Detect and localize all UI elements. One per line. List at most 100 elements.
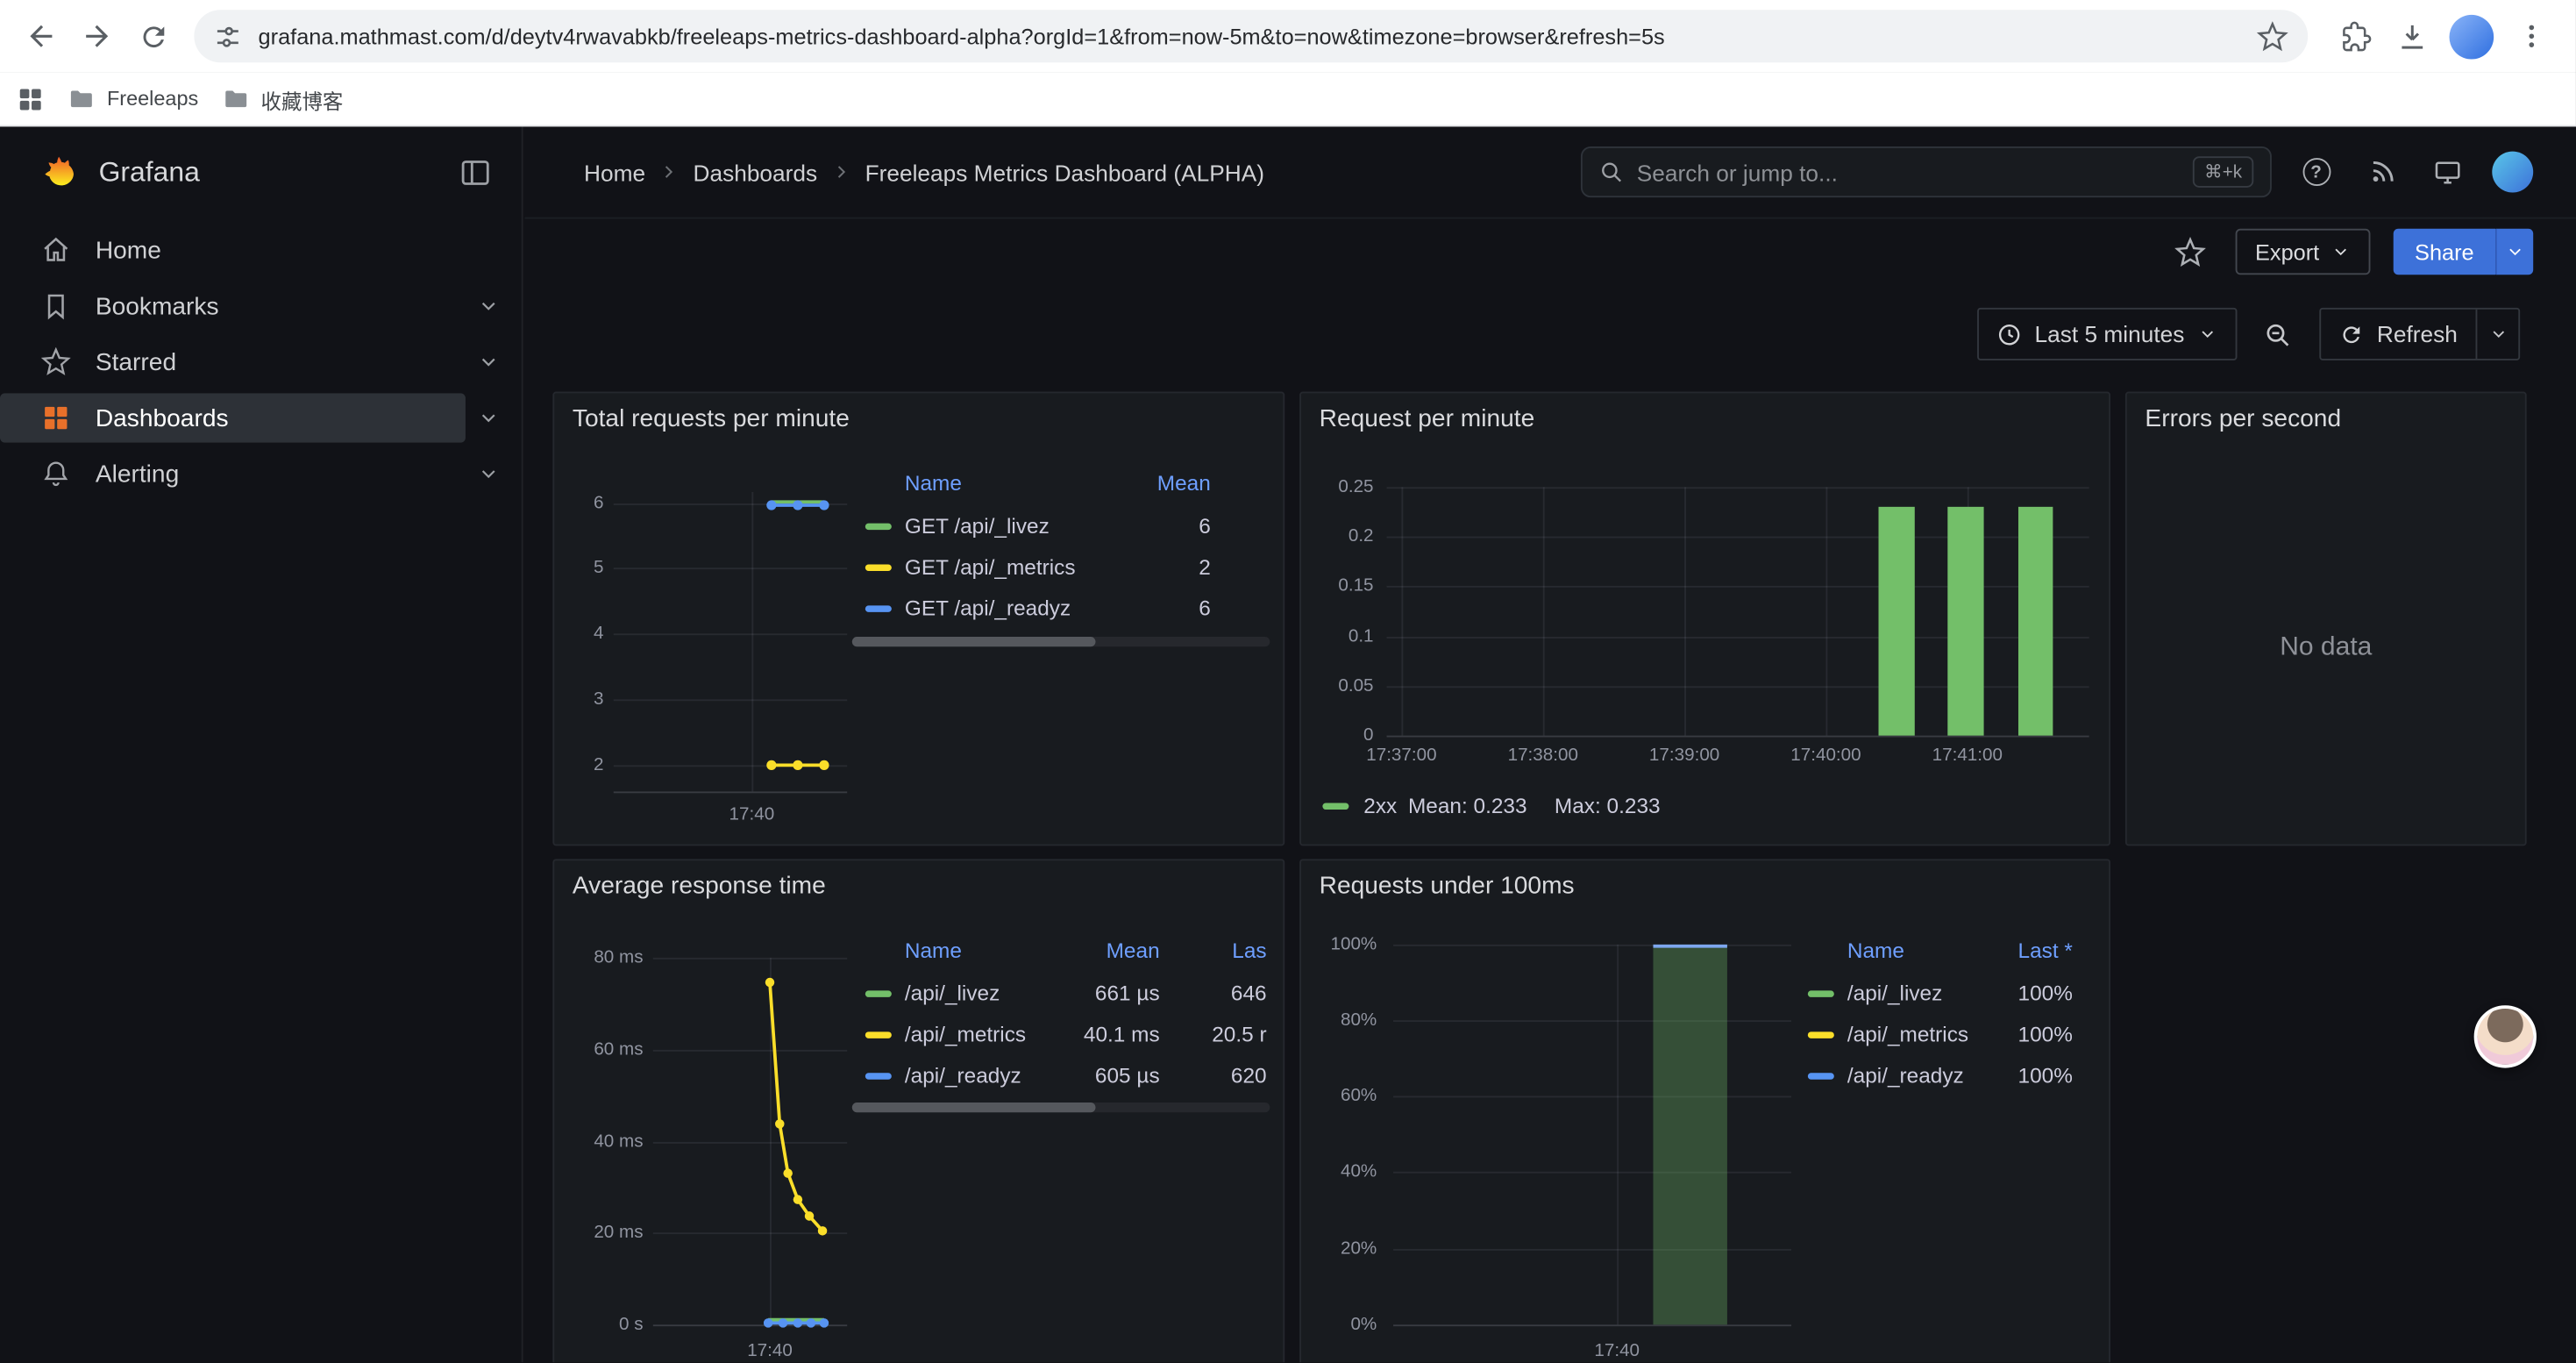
legend-scrollbar[interactable]	[852, 1103, 1270, 1112]
breadcrumb-home[interactable]: Home	[584, 159, 645, 185]
scrollbar-thumb[interactable]	[852, 1103, 1096, 1112]
gridline	[1543, 487, 1545, 735]
sidebar-item-bookmarks[interactable]: Bookmarks	[0, 278, 522, 334]
legend-header-mean[interactable]: Mean	[1107, 938, 1160, 964]
panel-title[interactable]: Errors per second	[2145, 405, 2341, 433]
chevron-down-icon[interactable]	[477, 351, 500, 374]
help-icon[interactable]	[2295, 151, 2338, 194]
series-swatch	[865, 524, 892, 531]
sidebar-item-dashboards[interactable]: Dashboards	[0, 390, 522, 446]
assistant-avatar-overlay[interactable]	[2474, 1005, 2537, 1067]
y-tick: 0%	[1311, 1315, 1377, 1335]
panel-requests-per-minute: Request per minute 0.25 0.2 0.15 0.1 0.0…	[1299, 392, 2110, 846]
address-bar[interactable]: grafana.mathmast.com/d/deytv4rwavabkb/fr…	[194, 10, 2308, 62]
share-button[interactable]: Share	[2394, 229, 2495, 275]
legend-last-value: 20.5 r	[1212, 1022, 1266, 1048]
legend-header-last[interactable]: Last *	[2018, 938, 2073, 964]
chevron-down-icon	[2330, 242, 2351, 262]
x-tick: 17:39:00	[1628, 746, 1740, 766]
x-tick: 17:40	[1568, 1341, 1667, 1361]
x-axis-line	[1393, 1324, 1791, 1326]
chevron-down-icon[interactable]	[477, 295, 500, 318]
panel-title[interactable]: Requests under 100ms	[1320, 872, 1575, 900]
bookmark-folder-freeleaps[interactable]: Freeleaps	[68, 85, 198, 113]
legend-header-name[interactable]: Name	[905, 471, 962, 497]
url-text[interactable]: grafana.mathmast.com/d/deytv4rwavabkb/fr…	[259, 24, 2257, 48]
legend-series-name[interactable]: /api/_readyz	[905, 1063, 1021, 1089]
series-swatch	[1322, 803, 1348, 810]
y-tick: 0.05	[1311, 676, 1373, 696]
rss-icon[interactable]	[2360, 151, 2403, 194]
reload-icon[interactable]	[125, 8, 181, 64]
browser-profile-avatar[interactable]	[2450, 14, 2494, 59]
legend-mean-value: 661 µs	[1095, 981, 1160, 1007]
sidebar-item-starred[interactable]: Starred	[0, 334, 522, 390]
legend-series-name[interactable]: GET /api/_readyz	[905, 596, 1071, 622]
back-icon[interactable]	[13, 8, 69, 64]
panel-title[interactable]: Request per minute	[1320, 405, 1535, 433]
zoom-out-icon[interactable]	[2253, 308, 2302, 360]
gridline	[1401, 487, 1403, 735]
forward-icon[interactable]	[69, 8, 125, 64]
sidebar-toggle-icon[interactable]	[459, 156, 492, 189]
legend-header-last[interactable]: Las	[1232, 938, 1266, 964]
chevron-down-icon	[2197, 325, 2217, 345]
legend-header-mean[interactable]: Mean	[1157, 471, 1211, 497]
panel-requests-under-100ms: Requests under 100ms 100% 80% 60% 40% 20…	[1299, 859, 2110, 1362]
y-tick: 40%	[1311, 1162, 1377, 1182]
breadcrumb-dashboards[interactable]: Dashboards	[694, 159, 818, 185]
legend-header-name[interactable]: Name	[905, 938, 962, 964]
chevron-down-icon[interactable]	[477, 406, 500, 429]
legend-scrollbar[interactable]	[852, 637, 1270, 646]
bookmark-star-icon[interactable]	[2257, 20, 2288, 52]
grafana-logo[interactable]	[36, 152, 79, 195]
legend-series-name[interactable]: /api/_livez	[1847, 981, 1942, 1007]
legend-series-name[interactable]: GET /api/_metrics	[905, 554, 1076, 581]
search-field[interactable]	[1637, 159, 2180, 185]
legend-mean-value: 605 µs	[1095, 1063, 1160, 1089]
share-dropdown-icon[interactable]	[2495, 229, 2533, 275]
folder-icon	[222, 85, 250, 113]
downloads-icon[interactable]	[2383, 8, 2439, 64]
monitor-icon[interactable]	[2426, 151, 2469, 194]
sidebar: Grafana Home Bookmarks	[0, 126, 523, 1362]
sidebar-item-label: Starred	[96, 348, 176, 376]
site-info-icon[interactable]	[214, 22, 242, 50]
extensions-icon[interactable]	[2328, 8, 2384, 64]
search-input[interactable]: ⌘+k	[1581, 146, 2272, 197]
bookmark-folder-blogs[interactable]: 收藏博客	[222, 83, 344, 115]
dashboards-grid-icon	[41, 403, 71, 433]
scrollbar-thumb[interactable]	[852, 637, 1096, 646]
legend-series-name[interactable]: /api/_metrics	[905, 1022, 1026, 1048]
legend-series-name[interactable]: /api/_readyz	[1847, 1063, 1964, 1089]
gridline	[1617, 945, 1619, 1324]
panel-title[interactable]: Average response time	[573, 872, 826, 900]
legend-last-value: 100%	[2018, 981, 2073, 1007]
gridline	[1393, 1095, 1791, 1097]
refresh-interval-dropdown-icon[interactable]	[2476, 310, 2519, 359]
sidebar-item-alerting[interactable]: Alerting	[0, 446, 522, 502]
legend-series-name[interactable]: 2xx	[1363, 793, 1397, 819]
legend-series-name[interactable]: GET /api/_livez	[905, 513, 1050, 539]
user-avatar[interactable]	[2492, 152, 2533, 193]
browser-toolbar: grafana.mathmast.com/d/deytv4rwavabkb/fr…	[0, 0, 2576, 73]
series-swatch	[1808, 1073, 1834, 1080]
export-button[interactable]: Export	[2236, 229, 2371, 275]
apps-grid-icon[interactable]	[17, 85, 45, 113]
grafana-app: Grafana Home Bookmarks	[0, 126, 2576, 1362]
dashboard-header: Home Dashboards Freeleaps Metrics Dashbo…	[524, 126, 2575, 218]
legend-series-name[interactable]: /api/_livez	[905, 981, 1000, 1007]
star-dashboard-icon[interactable]	[2169, 231, 2212, 274]
legend-last-value: 646	[1231, 981, 1267, 1007]
time-range-picker[interactable]: Last 5 minutes	[1977, 308, 2238, 360]
legend-header-name[interactable]: Name	[1847, 938, 1904, 964]
legend-series-name[interactable]: /api/_metrics	[1847, 1022, 1968, 1048]
series-swatch	[865, 990, 892, 997]
refresh-button[interactable]: Refresh	[2321, 310, 2475, 359]
share-split-button: Share	[2394, 229, 2534, 275]
sidebar-item-home[interactable]: Home	[0, 222, 522, 278]
y-tick: 6	[565, 494, 604, 514]
chevron-down-icon[interactable]	[477, 462, 500, 485]
panel-title[interactable]: Total requests per minute	[573, 405, 850, 433]
browser-menu-icon[interactable]	[2503, 8, 2559, 64]
